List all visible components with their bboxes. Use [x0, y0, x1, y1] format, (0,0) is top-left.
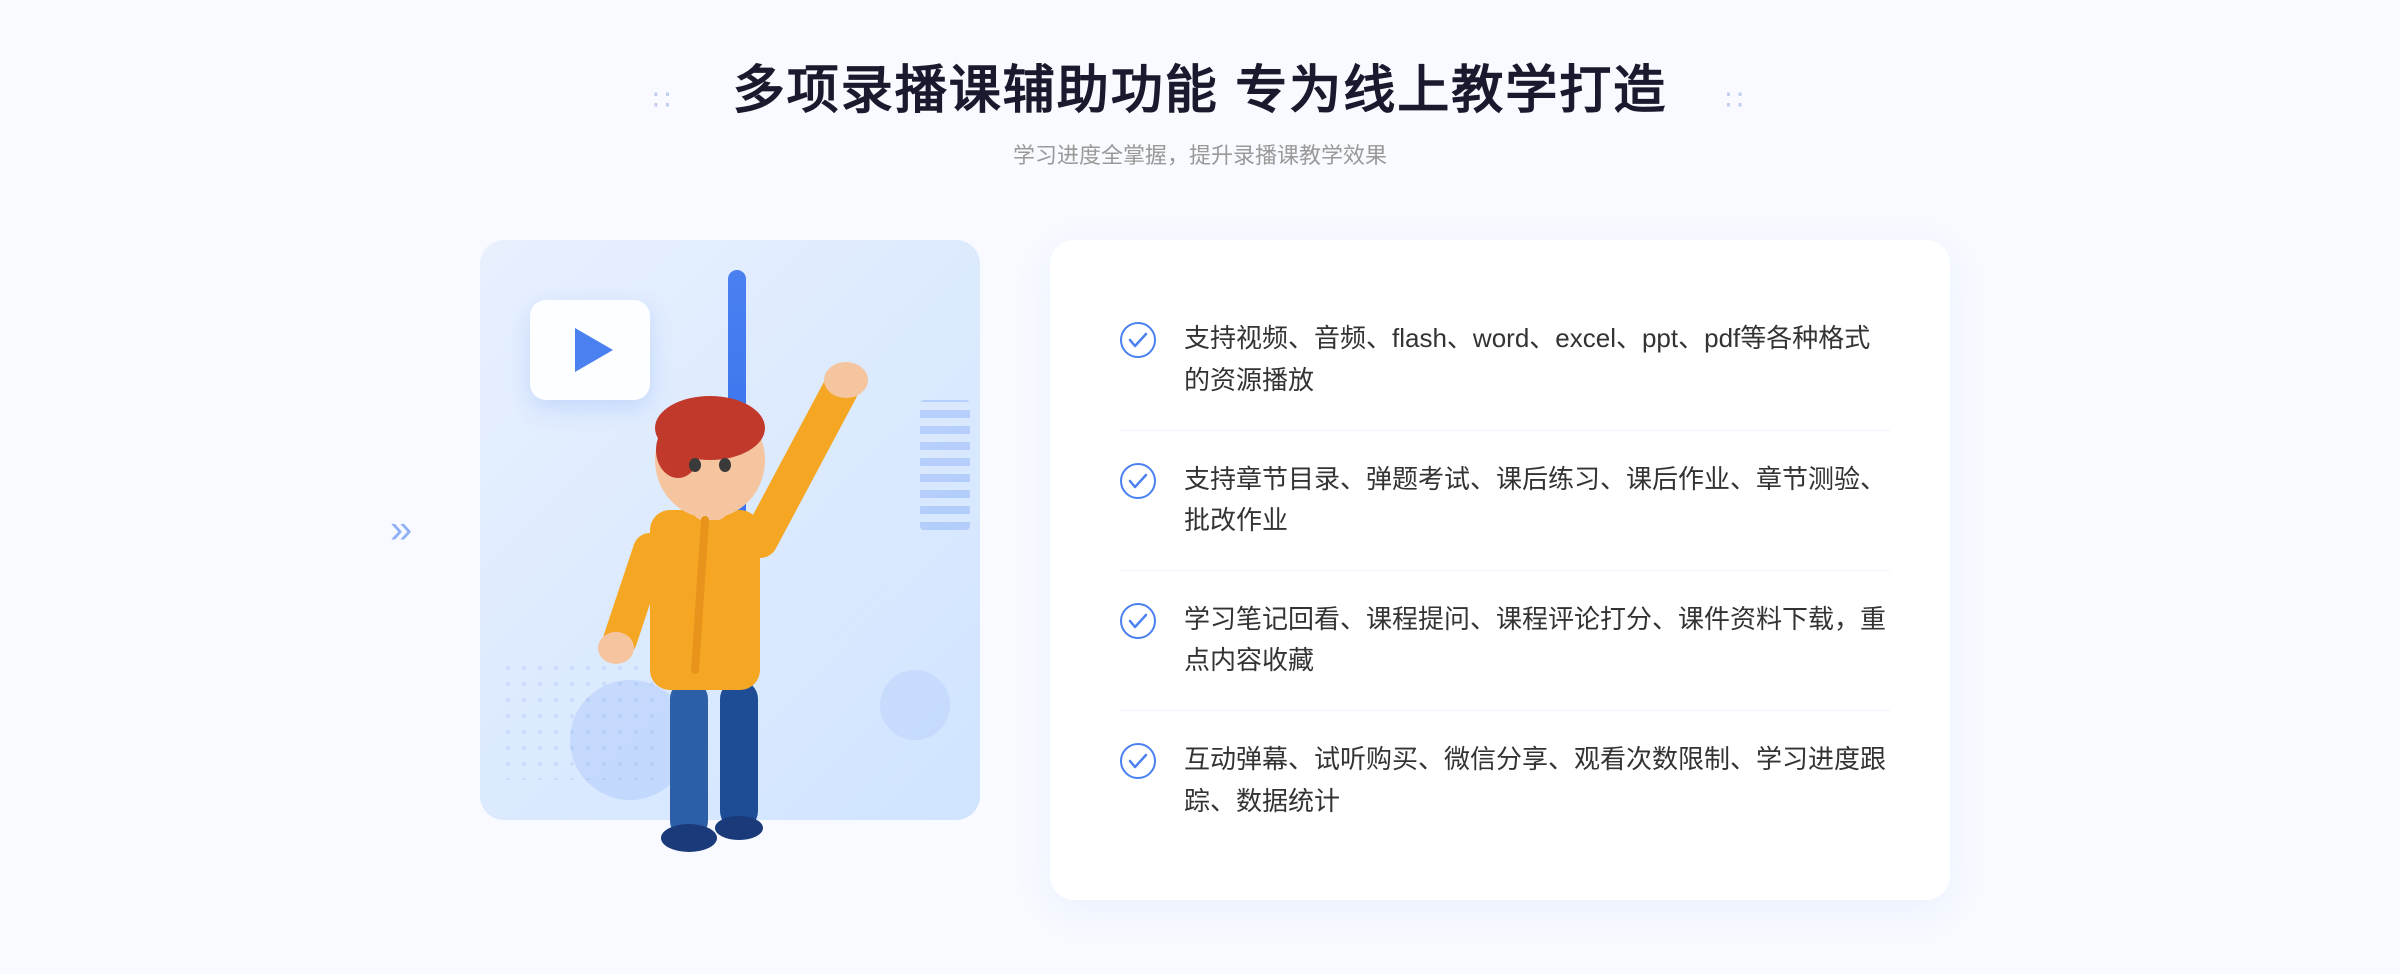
right-panel: 支持视频、音频、flash、word、excel、ppt、pdf等各种格式的资源…: [1050, 240, 1950, 900]
circle-decoration-small: [880, 670, 950, 740]
illustration-panel: »: [450, 200, 1030, 860]
header-section: ∷ 多项录播课辅助功能 专为线上教学打造 学习进度全掌握，提升录播课教学效果 ∷: [733, 0, 1667, 200]
page-title: 多项录播课辅助功能 专为线上教学打造: [733, 60, 1667, 122]
chevron-left-decoration: »: [390, 508, 412, 553]
feature-item-2: 支持章节目录、弹题考试、课后练习、课后作业、章节测验、批改作业: [1120, 431, 1890, 571]
feature-text-2: 支持章节目录、弹题考试、课后练习、课后作业、章节测验、批改作业: [1184, 459, 1890, 542]
deco-dots-right: ∷: [1725, 84, 1747, 117]
check-icon-3: [1120, 603, 1156, 639]
page-subtitle: 学习进度全掌握，提升录播课教学效果: [733, 138, 1667, 170]
feature-text-1: 支持视频、音频、flash、word、excel、ppt、pdf等各种格式的资源…: [1184, 318, 1890, 401]
content-area: »: [450, 200, 1950, 900]
deco-dots-left: ∷: [653, 84, 675, 117]
feature-item-1: 支持视频、音频、flash、word、excel、ppt、pdf等各种格式的资源…: [1120, 290, 1890, 430]
feature-item-3: 学习笔记回看、课程提问、课程评论打分、课件资料下载，重点内容收藏: [1120, 571, 1890, 711]
check-icon-1: [1120, 322, 1156, 358]
page-container: ∷ 多项录播课辅助功能 专为线上教学打造 学习进度全掌握，提升录播课教学效果 ∷…: [0, 0, 2400, 974]
feature-text-3: 学习笔记回看、课程提问、课程评论打分、课件资料下载，重点内容收藏: [1184, 599, 1890, 682]
feature-text-4: 互动弹幕、试听购买、微信分享、观看次数限制、学习进度跟踪、数据统计: [1184, 739, 1890, 822]
feature-item-4: 互动弹幕、试听购买、微信分享、观看次数限制、学习进度跟踪、数据统计: [1120, 711, 1890, 850]
person-illustration: [530, 280, 890, 860]
striped-bar-decoration: [920, 400, 970, 530]
check-icon-4: [1120, 743, 1156, 779]
check-icon-2: [1120, 463, 1156, 499]
